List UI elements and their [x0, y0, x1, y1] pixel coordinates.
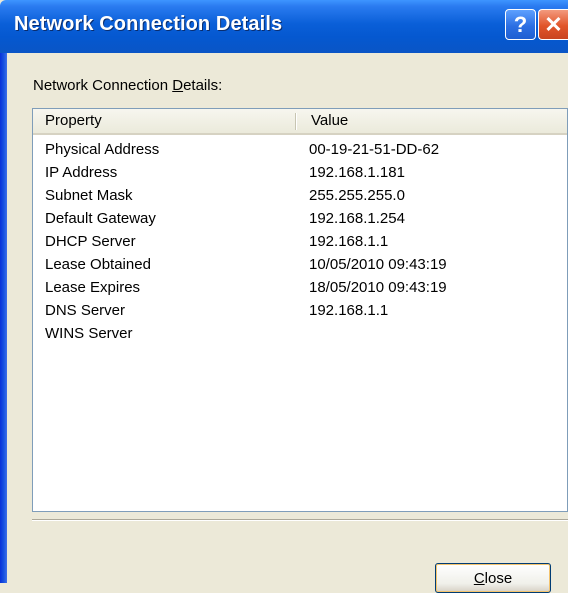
details-listview[interactable]: Property Value Physical Address 00-19-21-…	[32, 108, 568, 512]
title-close-button[interactable]: ✕	[538, 9, 568, 40]
table-row[interactable]: Subnet Mask 255.255.255.0	[33, 185, 567, 208]
row-property: DNS Server	[45, 302, 126, 319]
row-property: Subnet Mask	[45, 187, 133, 204]
row-value: 192.168.1.181	[309, 164, 405, 181]
row-property: Lease Expires	[45, 279, 141, 296]
table-row[interactable]: IP Address 192.168.1.181	[33, 162, 567, 185]
close-button[interactable]: Close	[435, 563, 551, 593]
row-property: Lease Obtained	[45, 256, 151, 273]
help-button[interactable]: ?	[505, 9, 536, 40]
row-property: WINS Server	[45, 325, 133, 342]
row-value: 18/05/2010 09:43:19	[309, 279, 447, 296]
table-row[interactable]: WINS Server	[33, 323, 567, 346]
window-frame-left	[0, 53, 7, 583]
row-property: Default Gateway	[45, 210, 156, 227]
help-icon: ?	[513, 11, 528, 37]
column-divider[interactable]	[295, 113, 297, 130]
row-value: 192.168.1.1	[309, 302, 389, 319]
row-value: 192.168.1.254	[309, 210, 405, 227]
close-button-label: lose	[484, 569, 513, 587]
row-property: DHCP Server	[45, 233, 136, 250]
close-icon: ✕	[544, 11, 563, 37]
dialog-content: Network Connection Details: Property Val…	[7, 53, 568, 593]
details-label-suffix: etails:	[183, 77, 223, 94]
window-title: Network Connection Details	[14, 13, 283, 35]
column-header-property[interactable]: Property	[45, 112, 102, 129]
table-row[interactable]: DNS Server 192.168.1.1	[33, 300, 567, 323]
details-label: Network Connection Details:	[33, 77, 222, 94]
row-property: IP Address	[45, 164, 118, 181]
details-label-accel: D	[172, 77, 184, 94]
row-property: Physical Address	[45, 141, 160, 158]
table-row[interactable]: Default Gateway 192.168.1.254	[33, 208, 567, 231]
row-value: 192.168.1.1	[309, 233, 389, 250]
table-row[interactable]: Lease Obtained 10/05/2010 09:43:19	[33, 254, 567, 277]
listview-header: Property Value	[33, 109, 567, 135]
table-row[interactable]: Physical Address 00-19-21-51-DD-62	[33, 139, 567, 162]
table-row[interactable]: Lease Expires 18/05/2010 09:43:19	[33, 277, 567, 300]
separator-line	[32, 519, 568, 521]
column-header-value[interactable]: Value	[311, 112, 348, 129]
table-row[interactable]: DHCP Server 192.168.1.1	[33, 231, 567, 254]
details-label-prefix: Network Connection	[33, 77, 173, 94]
listview-rows: Physical Address 00-19-21-51-DD-62 IP Add…	[33, 139, 567, 346]
close-button-accel: C	[473, 569, 485, 587]
dialog-window: Network Connection Details ? ✕ Network C…	[0, 0, 568, 593]
title-bar[interactable]: Network Connection Details ? ✕	[0, 0, 568, 53]
row-value: 10/05/2010 09:43:19	[309, 256, 447, 273]
row-value: 00-19-21-51-DD-62	[309, 141, 440, 158]
row-value: 255.255.255.0	[309, 187, 405, 204]
